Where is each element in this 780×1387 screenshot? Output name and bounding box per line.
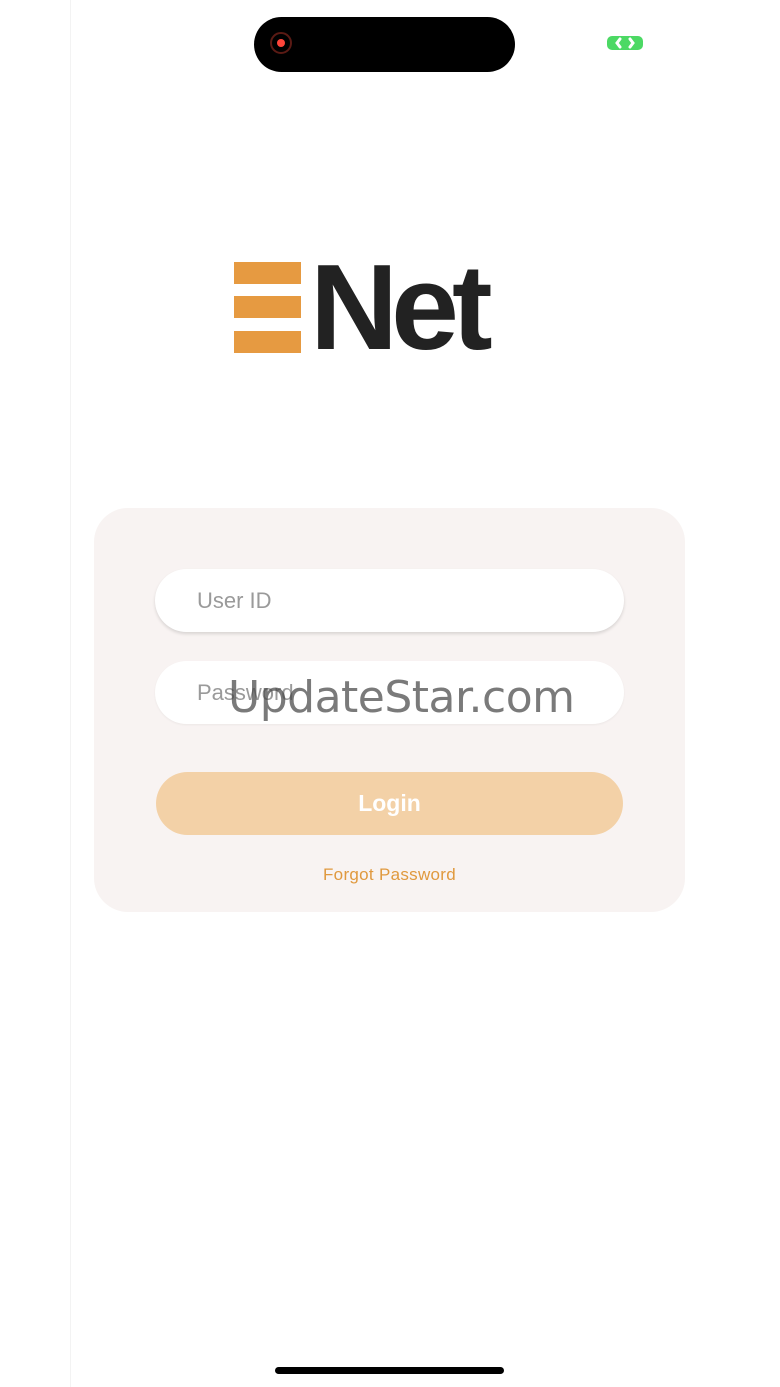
record-dot <box>277 39 285 47</box>
watermark: UpdateStar.com <box>228 672 575 723</box>
user-id-field <box>155 569 624 632</box>
screen-edge-divider <box>70 0 71 1387</box>
login-button[interactable]: Login <box>156 772 623 835</box>
logo-bar-middle <box>234 296 301 318</box>
home-indicator[interactable] <box>275 1367 504 1374</box>
logo-bar-bottom <box>234 331 301 353</box>
logo-bar-top <box>234 262 301 284</box>
forgot-password-link[interactable]: Forgot Password <box>94 865 685 885</box>
screen-record-icon <box>270 32 292 54</box>
dynamic-island <box>254 17 515 72</box>
user-id-input[interactable] <box>155 569 624 632</box>
link-icon <box>607 36 643 50</box>
enet-logo: Net <box>234 246 534 368</box>
logo-wordmark: Net <box>310 239 493 375</box>
